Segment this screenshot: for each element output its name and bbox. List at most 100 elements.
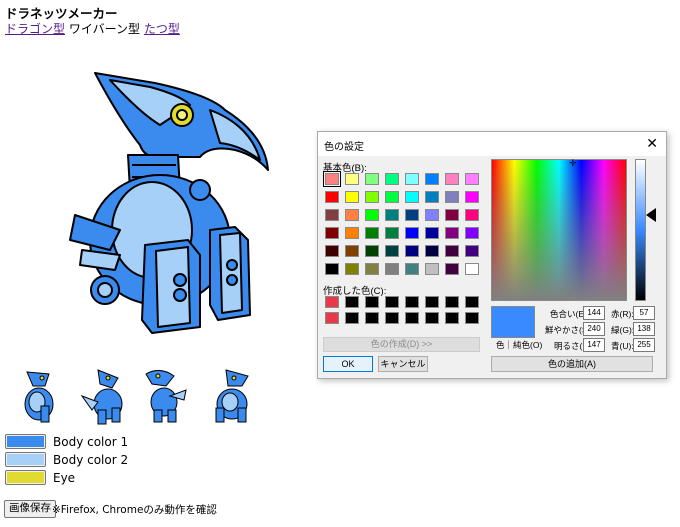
custom-color-swatch[interactable] <box>385 312 399 324</box>
custom-color-swatch[interactable] <box>405 296 419 308</box>
custom-color-swatch[interactable] <box>445 312 459 324</box>
basic-color-swatch[interactable] <box>405 263 419 275</box>
basic-color-swatch[interactable] <box>445 209 459 221</box>
custom-color-swatch[interactable] <box>405 312 419 324</box>
basic-color-swatch[interactable] <box>325 263 339 275</box>
nav-current-wyvern: ワイバーン型 <box>68 22 141 36</box>
custom-color-swatch[interactable] <box>345 296 359 308</box>
basic-color-swatch[interactable] <box>345 191 359 203</box>
basic-color-swatch[interactable] <box>345 209 359 221</box>
basic-color-swatch[interactable] <box>465 245 479 257</box>
custom-color-swatch[interactable] <box>425 296 439 308</box>
basic-color-swatch[interactable] <box>325 191 339 203</box>
basic-color-swatch[interactable] <box>385 245 399 257</box>
basic-color-swatch[interactable] <box>365 209 379 221</box>
custom-color-swatch[interactable] <box>445 296 459 308</box>
basic-color-swatch[interactable] <box>425 173 439 185</box>
basic-color-swatch[interactable] <box>445 245 459 257</box>
browser-note: ※Firefox, Chromeのみ動作を確認 <box>52 504 217 516</box>
basic-color-swatch[interactable] <box>345 173 359 185</box>
basic-color-swatch[interactable] <box>365 227 379 239</box>
custom-color-swatch[interactable] <box>425 312 439 324</box>
define-custom-colors-button[interactable]: 色の作成(D) >> <box>323 337 480 352</box>
robot-preview <box>69 72 269 334</box>
basic-color-swatch[interactable] <box>325 209 339 221</box>
basic-color-swatch[interactable] <box>365 191 379 203</box>
custom-color-swatch[interactable] <box>465 296 479 308</box>
basic-color-swatch[interactable] <box>405 227 419 239</box>
luminance-slider[interactable] <box>635 159 646 301</box>
green-input[interactable]: 138 <box>633 322 655 336</box>
basic-color-swatch[interactable] <box>465 209 479 221</box>
thumbnail-pose-1[interactable] <box>15 366 67 426</box>
eye-color-picker[interactable] <box>5 470 46 485</box>
basic-color-swatch[interactable] <box>365 173 379 185</box>
basic-color-swatch[interactable] <box>445 263 459 275</box>
basic-color-swatch[interactable] <box>323 171 341 187</box>
green-label: 緑(G): <box>611 325 635 335</box>
basic-color-swatch[interactable] <box>425 227 439 239</box>
basic-color-swatch[interactable] <box>425 263 439 275</box>
basic-color-swatch[interactable] <box>365 263 379 275</box>
custom-color-swatch[interactable] <box>365 296 379 308</box>
cancel-button[interactable]: キャンセル <box>378 356 428 372</box>
basic-color-swatch[interactable] <box>325 245 339 257</box>
blue-label: 青(U): <box>611 341 634 351</box>
hue-saturation-spectrum[interactable]: ✛ <box>491 158 627 301</box>
basic-color-swatch[interactable] <box>325 227 339 239</box>
basic-color-swatch[interactable] <box>465 173 479 185</box>
basic-colors-label: 基本色(B): <box>323 163 367 174</box>
basic-color-swatch[interactable] <box>425 191 439 203</box>
body-color-2-picker[interactable] <box>5 452 46 467</box>
basic-color-swatch[interactable] <box>385 173 399 185</box>
ok-button[interactable]: OK <box>323 356 373 372</box>
basic-color-swatch[interactable] <box>405 191 419 203</box>
basic-color-swatch[interactable] <box>385 191 399 203</box>
basic-color-swatch[interactable] <box>465 191 479 203</box>
basic-color-swatch[interactable] <box>385 263 399 275</box>
custom-color-swatch[interactable] <box>325 296 339 308</box>
basic-color-swatch[interactable] <box>345 227 359 239</box>
body-color-1-picker[interactable] <box>5 434 46 449</box>
basic-color-swatch[interactable] <box>345 245 359 257</box>
custom-color-swatch[interactable] <box>365 312 379 324</box>
nav-link-tatsu[interactable]: たつ型 <box>144 22 180 36</box>
custom-color-swatch[interactable] <box>385 296 399 308</box>
color-dialog: 色の設定 ✕ 基本色(B): 作成した色(C): 色の作成(D) >> OK キ… <box>317 131 667 379</box>
basic-color-swatch[interactable] <box>445 227 459 239</box>
basic-color-swatch[interactable] <box>425 209 439 221</box>
hue-input[interactable]: 144 <box>583 306 605 320</box>
custom-colors-label: 作成した色(C): <box>323 286 387 297</box>
dialog-title: 色の設定 <box>324 142 364 153</box>
saturation-input[interactable]: 240 <box>583 322 605 336</box>
body-color-2-row: Body color 2 <box>5 452 128 467</box>
basic-color-swatch[interactable] <box>385 227 399 239</box>
custom-color-swatch[interactable] <box>345 312 359 324</box>
luminance-input[interactable]: 147 <box>583 338 605 352</box>
custom-color-swatch[interactable] <box>325 312 339 324</box>
close-icon[interactable]: ✕ <box>646 135 658 151</box>
thumbnail-pose-2[interactable] <box>78 366 130 426</box>
basic-color-swatch[interactable] <box>365 245 379 257</box>
basic-color-swatch[interactable] <box>445 191 459 203</box>
thumbnail-pose-3[interactable] <box>140 366 192 426</box>
basic-color-swatch[interactable] <box>405 245 419 257</box>
basic-color-swatch[interactable] <box>425 245 439 257</box>
save-image-button[interactable]: 画像保存 <box>4 500 56 518</box>
basic-color-swatch[interactable] <box>405 209 419 221</box>
basic-color-swatch[interactable] <box>385 209 399 221</box>
thumbnail-pose-4[interactable] <box>206 366 258 426</box>
spectrum-crosshair-icon: ✛ <box>569 158 577 168</box>
nav-link-dragon[interactable]: ドラゴン型 <box>5 22 65 36</box>
blue-input[interactable]: 255 <box>633 338 655 352</box>
basic-color-swatch[interactable] <box>445 173 459 185</box>
basic-color-swatch[interactable] <box>345 263 359 275</box>
body-color-2-label: Body color 2 <box>53 452 129 467</box>
custom-color-swatch[interactable] <box>465 312 479 324</box>
red-input[interactable]: 57 <box>633 306 655 320</box>
basic-color-swatch[interactable] <box>465 263 479 275</box>
basic-color-swatch[interactable] <box>405 173 419 185</box>
luminance-arrow-icon[interactable] <box>646 208 656 222</box>
add-to-custom-colors-button[interactable]: 色の追加(A) <box>491 356 653 372</box>
basic-color-swatch[interactable] <box>465 227 479 239</box>
